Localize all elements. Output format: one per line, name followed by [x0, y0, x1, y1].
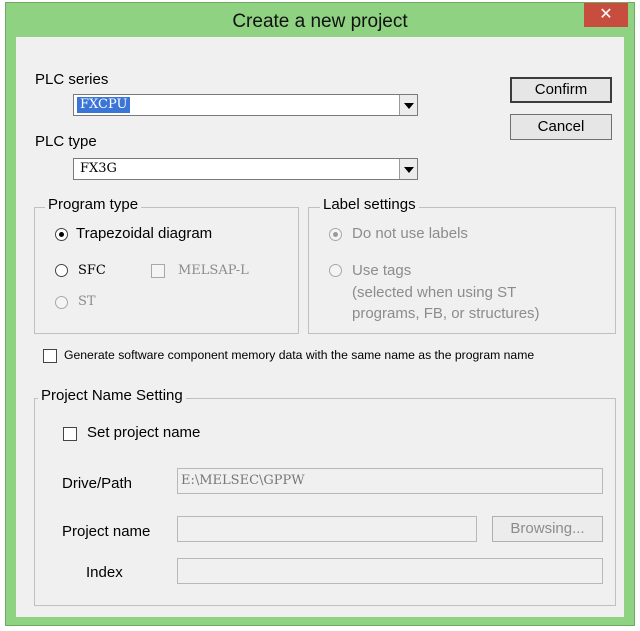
set-project-name-label[interactable]: Set project name [87, 424, 200, 441]
trapezoidal-label[interactable]: Trapezoidal diagram [76, 225, 212, 242]
plc-series-select[interactable]: FXCPU [73, 94, 418, 116]
radio-sfc[interactable] [55, 264, 68, 277]
dialog-body: PLC series FXCPU PLC type FX3G Confirm C… [16, 37, 624, 617]
radio-use-tags[interactable] [329, 264, 342, 277]
use-tags-label: Use tags [352, 262, 412, 279]
plc-type-value: FX3G [80, 161, 117, 176]
project-name-input[interactable] [177, 516, 477, 542]
title-bar[interactable]: Create a new project ✕ [6, 3, 634, 37]
plc-type-select[interactable]: FX3G [73, 158, 418, 180]
sfc-label[interactable]: SFC [78, 263, 106, 278]
no-labels-label: Do not use labels [352, 225, 468, 242]
index-label: Index [86, 564, 123, 581]
set-project-name-checkbox[interactable] [63, 427, 77, 441]
project-name-label: Project name [62, 523, 151, 540]
index-input[interactable] [177, 558, 603, 584]
radio-no-labels[interactable] [329, 228, 342, 241]
drive-path-label: Drive/Path [62, 475, 133, 492]
chevron-down-icon[interactable] [399, 95, 417, 115]
project-name-legend: Project Name Setting [38, 387, 186, 404]
use-tags-note-1: (selected when using ST [352, 284, 517, 301]
browse-button[interactable]: Browsing... [492, 516, 603, 542]
radio-trapezoidal[interactable] [55, 228, 68, 241]
melsap-label: MELSAP-L [178, 263, 249, 278]
dialog-window: Create a new project ✕ PLC series FXCPU … [5, 2, 635, 626]
radio-st[interactable] [55, 296, 68, 309]
generate-memory-checkbox[interactable] [43, 349, 57, 363]
st-label: ST [78, 294, 96, 309]
program-type-legend: Program type [45, 196, 142, 213]
label-settings-legend: Label settings [320, 196, 419, 213]
melsap-checkbox[interactable] [151, 264, 165, 278]
cancel-button[interactable]: Cancel [510, 114, 612, 140]
generate-memory-label[interactable]: Generate software component memory data … [64, 348, 534, 362]
plc-type-label: PLC type [35, 133, 97, 150]
close-button[interactable]: ✕ [584, 3, 628, 27]
confirm-button[interactable]: Confirm [510, 77, 612, 103]
use-tags-note-2: programs, FB, or structures) [352, 305, 540, 322]
close-icon: ✕ [599, 6, 613, 23]
plc-series-label: PLC series [35, 71, 109, 88]
dialog-title: Create a new project [232, 11, 408, 32]
drive-path-input[interactable]: E:\MELSEC\GPPW [177, 468, 603, 494]
chevron-down-icon[interactable] [399, 159, 417, 179]
plc-series-value: FXCPU [77, 97, 131, 113]
drive-path-value: E:\MELSEC\GPPW [181, 473, 305, 488]
